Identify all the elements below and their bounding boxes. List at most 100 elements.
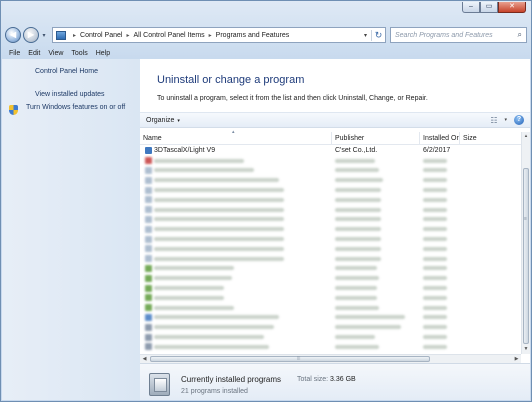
vertical-scrollbar[interactable]: ▴ ≡ ▼ (521, 132, 530, 354)
list-item[interactable] (140, 273, 521, 283)
details-title: Currently installed programs (181, 375, 282, 384)
program-date-cell (420, 276, 460, 281)
back-button[interactable]: ◀ (5, 27, 21, 43)
breadcrumb-separator[interactable]: ▸ (73, 32, 76, 39)
close-button[interactable]: ✕ (498, 2, 526, 13)
command-bar: Organize ▾ ☷ ▾ ? (140, 112, 530, 128)
program-name-cell (140, 215, 332, 223)
list-item[interactable] (140, 185, 521, 195)
forward-button[interactable]: ▶ (23, 27, 39, 43)
redacted-text (335, 335, 375, 340)
program-name-cell (140, 255, 332, 263)
breadcrumb-all-items[interactable]: All Control Panel Items (133, 32, 204, 39)
recent-pages-dropdown[interactable]: ▾ (40, 32, 48, 39)
program-date-cell (420, 335, 460, 340)
total-size-value: 3.36 GB (330, 376, 356, 383)
breadcrumb-control-panel[interactable]: Control Panel (80, 32, 122, 39)
views-icon[interactable]: ☷ (490, 116, 497, 125)
address-dropdown[interactable]: ▾ (360, 32, 371, 39)
menu-file[interactable]: File (5, 50, 24, 57)
breadcrumb-separator[interactable]: ▸ (209, 32, 212, 39)
windows-features-link[interactable]: Turn Windows features on or off (26, 103, 136, 112)
redacted-text (335, 168, 379, 173)
redacted-text (423, 197, 447, 202)
views-dropdown-icon[interactable]: ▾ (504, 117, 507, 123)
column-header-name[interactable]: Name (140, 131, 332, 145)
breadcrumb-programs-features[interactable]: Programs and Features (216, 32, 290, 39)
refresh-icon[interactable]: ↻ (371, 29, 385, 41)
sort-indicator-icon: ▴ (232, 129, 235, 135)
list-item[interactable] (140, 215, 521, 225)
program-count: 21 programs installed (181, 388, 248, 395)
menu-tools[interactable]: Tools (67, 50, 91, 57)
program-icon (145, 206, 152, 214)
breadcrumb-separator[interactable]: ▸ (126, 32, 129, 39)
program-icon (145, 274, 152, 282)
list-item[interactable] (140, 342, 521, 352)
column-header-size[interactable]: Size (460, 132, 480, 145)
redacted-text (335, 207, 381, 212)
maximize-button[interactable]: ▭ (480, 2, 498, 13)
program-publisher-cell (332, 325, 420, 330)
program-date-cell (420, 315, 460, 320)
program-name-cell (140, 157, 332, 165)
list-item[interactable] (140, 234, 521, 244)
program-date-cell (420, 217, 460, 222)
list-item[interactable] (140, 205, 521, 215)
program-name-cell (140, 274, 332, 282)
list-item[interactable] (140, 166, 521, 176)
program-name-cell (140, 264, 332, 272)
redacted-text (154, 266, 234, 271)
chevron-down-icon: ▾ (177, 117, 180, 124)
address-bar[interactable]: ▸ Control Panel ▸ All Control Panel Item… (52, 27, 386, 43)
list-item[interactable] (140, 283, 521, 293)
redacted-text (154, 344, 269, 349)
program-icon (145, 176, 152, 184)
list-item[interactable] (140, 224, 521, 234)
control-panel-home-link[interactable]: Control Panel Home (35, 68, 98, 75)
program-publisher-cell (332, 315, 420, 320)
search-input[interactable]: Search Programs and Features (395, 32, 518, 39)
page-title: Uninstall or change a program (157, 74, 305, 86)
search-icon[interactable]: ⌕ (518, 30, 522, 40)
menu-view[interactable]: View (44, 50, 67, 57)
program-publisher-cell (332, 227, 420, 232)
caption-buttons: – ▭ ✕ (462, 2, 526, 13)
list-item[interactable] (140, 313, 521, 323)
column-header-installed-on[interactable]: Installed On (420, 131, 460, 145)
list-item[interactable]: 3DTascalX/Light V9 C'set Co.,Ltd. 6/2/2017 (140, 146, 521, 156)
horizontal-scrollbar[interactable]: ◀ ⦙⦙⦙ ▶ (140, 354, 521, 363)
scroll-left-button[interactable]: ◀ (140, 355, 149, 363)
total-size-label: Total size: (297, 376, 329, 383)
horizontal-scroll-thumb[interactable]: ⦙⦙⦙ (150, 356, 430, 362)
view-installed-updates-link[interactable]: View installed updates (35, 91, 105, 98)
vertical-scroll-thumb[interactable] (523, 168, 529, 344)
program-date-cell (420, 227, 460, 232)
list-item[interactable] (140, 332, 521, 342)
column-header-publisher[interactable]: Publisher (332, 131, 420, 145)
search-box[interactable]: Search Programs and Features ⌕ (390, 27, 527, 43)
list-item[interactable] (140, 293, 521, 303)
program-publisher-cell (332, 188, 420, 193)
organize-label: Organize (146, 116, 175, 124)
list-item[interactable] (140, 156, 521, 166)
list-item[interactable] (140, 175, 521, 185)
list-item[interactable] (140, 195, 521, 205)
redacted-text (423, 168, 447, 173)
scroll-up-button[interactable]: ▴ (522, 132, 530, 141)
organize-button[interactable]: Organize ▾ (146, 117, 180, 124)
scroll-right-button[interactable]: ▶ (512, 355, 521, 363)
list-item[interactable] (140, 322, 521, 332)
minimize-button[interactable]: – (462, 2, 480, 13)
program-publisher-cell (332, 305, 420, 310)
help-icon[interactable]: ? (514, 115, 524, 125)
list-item[interactable] (140, 244, 521, 254)
list-item[interactable] (140, 264, 521, 274)
program-publisher-cell (332, 256, 420, 261)
scroll-down-button[interactable]: ▼ (522, 345, 530, 354)
menu-edit[interactable]: Edit (24, 50, 44, 57)
list-item[interactable] (140, 303, 521, 313)
list-item[interactable] (140, 254, 521, 264)
menu-help[interactable]: Help (92, 50, 114, 57)
programs-and-features-window: – ▭ ✕ ◀ ▶ ▾ ▸ Control Panel ▸ All Contro… (0, 0, 532, 402)
